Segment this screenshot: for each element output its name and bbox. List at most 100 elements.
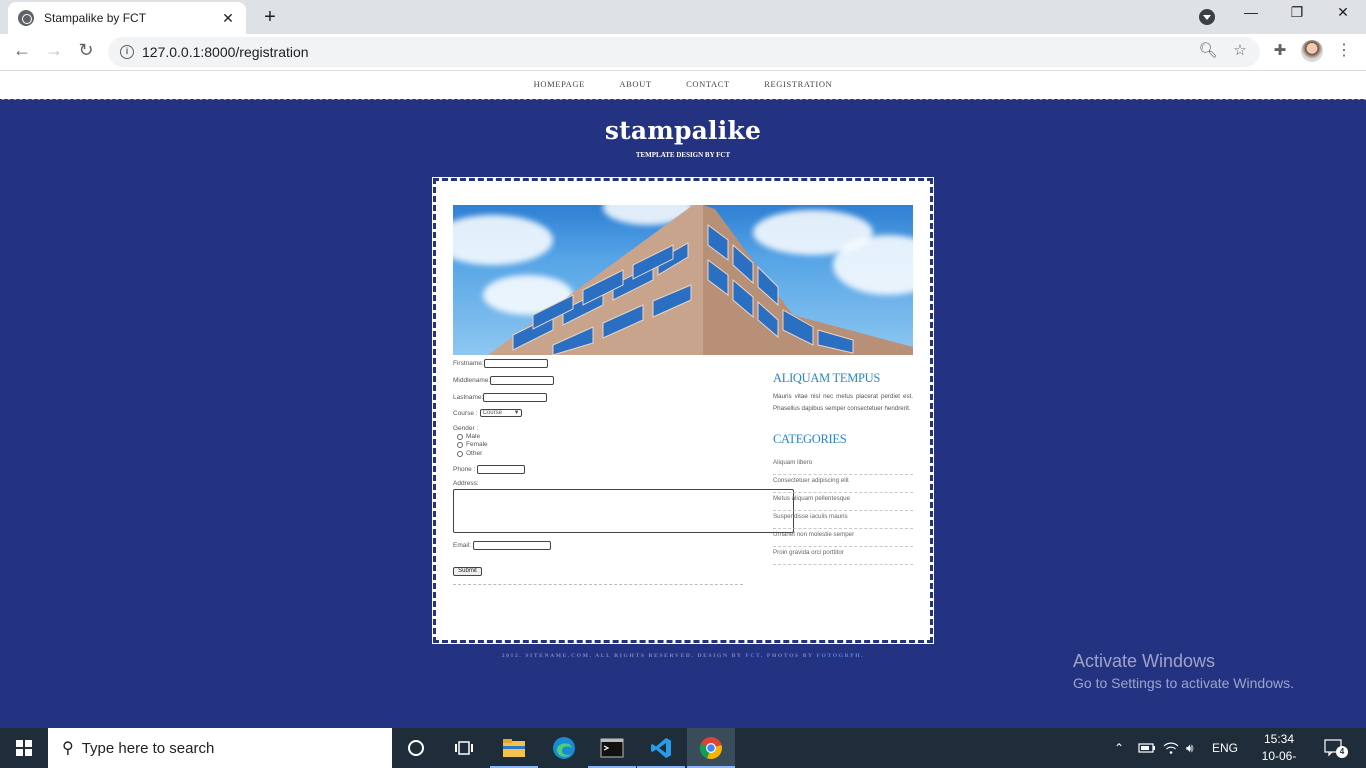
search-icon: ⚲ (62, 740, 74, 757)
category-item[interactable]: Consectetuer adipiscing elit (773, 475, 913, 493)
taskbar-search[interactable]: ⚲ Type here to search (48, 728, 392, 768)
notifications-icon[interactable]: 4 (1324, 728, 1348, 768)
chrome-icon[interactable] (687, 728, 735, 768)
notification-count-badge: 4 (1336, 746, 1348, 758)
sidebar: ALIQUAM TEMPUS Mauris vitae nisl nec met… (773, 371, 913, 565)
gender-option-other[interactable]: Other (457, 450, 482, 457)
hero-building-image (453, 205, 913, 355)
email-label: Email: (453, 542, 472, 549)
edge-browser-icon[interactable] (540, 728, 588, 768)
back-arrow-icon[interactable]: ← (10, 40, 34, 61)
address-bar[interactable]: i 127.0.0.1:8000/registration (108, 37, 1260, 67)
nav-about[interactable]: ABOUT (619, 71, 651, 98)
footer-text-mid: . PHOTOS BY (760, 653, 817, 659)
site-tagline: TEMPLATE DESIGN BY FCT (635, 151, 731, 159)
nav-homepage[interactable]: HOMEPAGE (534, 71, 585, 98)
windows-taskbar: ⚲ Type here to search ⌃ 🔊︎ ENG 15:34 10-… (0, 728, 1366, 768)
course-selected-value: Course (482, 410, 502, 416)
wifi-icon[interactable] (1163, 728, 1179, 768)
restore-button[interactable]: ❐ (1274, 4, 1320, 21)
globe-icon (18, 10, 34, 26)
category-item[interactable]: Aliquam libero (773, 457, 913, 475)
browser-tab[interactable]: Stampalike by FCT ✕ (8, 2, 246, 34)
web-page: HOMEPAGE ABOUT CONTACT REGISTRATION stam… (0, 71, 1366, 728)
footer-design-link[interactable]: FCT (745, 653, 761, 659)
reload-icon[interactable]: ↻ (74, 40, 98, 61)
url-text: 127.0.0.1:8000/registration (142, 44, 309, 60)
sidebar-title-aliquam: ALIQUAM TEMPUS (773, 371, 881, 385)
address-textarea[interactable] (453, 489, 794, 533)
course-select[interactable]: Course ▼ (479, 409, 522, 417)
bookmark-star-icon[interactable]: ☆ (1230, 41, 1250, 59)
watermark-line1: Activate Windows (1073, 651, 1216, 671)
battery-icon[interactable] (1138, 728, 1156, 768)
content-stamp-card: Firstname: Middlename: Lastname: Course … (432, 177, 934, 644)
tab-title: Stampalike by FCT (44, 11, 147, 25)
extensions-puzzle-icon[interactable]: ✚ (1270, 41, 1290, 59)
browser-toolbar: ← → ↻ i 127.0.0.1:8000/registration 🔍︎ ☆… (0, 34, 1366, 71)
phone-label: Phone : (453, 466, 476, 473)
sidebar-text: Mauris vitae nisl nec metus placerat per… (773, 393, 913, 412)
zoom-icon[interactable]: 🔍︎ (1198, 41, 1218, 59)
nav-scalloped-edge (0, 97, 1366, 103)
activate-windows-watermark: Activate Windows Go to Settings to activ… (1073, 651, 1294, 691)
category-item[interactable]: Metus aliquam pellentesque (773, 493, 913, 511)
clock-time: 15:34 (1263, 732, 1295, 746)
clock-date: 10-06-2021 (1261, 749, 1297, 768)
lastname-label: Lastname: (453, 394, 484, 401)
windows-logo-icon (16, 740, 32, 756)
show-hidden-icons[interactable]: ⌃ (1114, 728, 1124, 768)
browser-tabstrip: Stampalike by FCT ✕ + — ❐ ✕ (0, 0, 1366, 34)
gender-female-label: Female (466, 441, 488, 448)
firstname-label: Firstname: (453, 360, 484, 367)
footer-text-pre: 2012. SITENAME.COM. ALL RIGHTS RESERVED.… (501, 653, 746, 659)
radio-female[interactable] (457, 441, 463, 448)
file-explorer-icon[interactable] (490, 728, 538, 768)
cortana-icon[interactable] (392, 728, 440, 768)
nav-contact[interactable]: CONTACT (686, 71, 730, 98)
search-placeholder: Type here to search (81, 739, 215, 757)
site-logo[interactable]: stampalike (0, 116, 1366, 145)
tab-close-icon[interactable]: ✕ (220, 10, 236, 27)
form-divider (453, 584, 743, 585)
sidebar-title-categories: CATEGORIES (773, 432, 847, 446)
footer-photo-link[interactable]: FOTOGRPH (817, 653, 862, 659)
radio-male[interactable] (457, 433, 463, 440)
site-nav: HOMEPAGE ABOUT CONTACT REGISTRATION (0, 71, 1366, 99)
system-clock[interactable]: 15:34 10-06-2021 (1252, 731, 1306, 768)
gender-option-male[interactable]: Male (457, 433, 480, 440)
firstname-input[interactable] (483, 359, 548, 368)
close-window-button[interactable]: ✕ (1320, 4, 1366, 21)
minimize-button[interactable]: — (1228, 4, 1274, 20)
info-icon[interactable]: i (120, 45, 134, 59)
gender-label: Gender : (453, 425, 479, 432)
task-view-icon[interactable] (440, 728, 488, 768)
category-item[interactable]: Proin gravida orci porttitor (773, 547, 913, 565)
new-tab-button[interactable]: + (258, 6, 282, 29)
middlename-label: Middlename: (453, 377, 491, 384)
submit-button[interactable]: Submit (453, 567, 482, 576)
categories-list: Aliquam libero Consectetuer adipiscing e… (773, 457, 913, 565)
forward-arrow-icon[interactable]: → (42, 40, 66, 61)
category-item[interactable]: Suspendisse iaculis mauris (773, 511, 913, 529)
footer-text-post: . (861, 653, 865, 659)
category-item[interactable]: Urnanet non molestie semper (773, 529, 913, 547)
phone-input[interactable] (477, 465, 526, 474)
email-input[interactable] (473, 541, 552, 550)
profile-avatar[interactable] (1301, 40, 1323, 62)
gender-other-label: Other (466, 450, 483, 457)
chrome-menu-icon[interactable]: ⋮ (1336, 40, 1352, 60)
nav-registration[interactable]: REGISTRATION (764, 71, 832, 98)
gender-option-female[interactable]: Female (457, 441, 488, 448)
gender-male-label: Male (466, 433, 481, 440)
start-button[interactable] (0, 728, 48, 768)
terminal-icon[interactable] (588, 728, 636, 768)
language-indicator[interactable]: ENG (1212, 728, 1238, 768)
volume-icon[interactable]: 🔊︎ (1186, 728, 1194, 768)
middlename-input[interactable] (490, 376, 555, 385)
lastname-input[interactable] (483, 393, 548, 402)
vscode-icon[interactable] (637, 728, 685, 768)
tab-search-icon[interactable] (1199, 9, 1215, 25)
course-label: Course : (453, 409, 478, 417)
radio-other[interactable] (457, 450, 463, 457)
